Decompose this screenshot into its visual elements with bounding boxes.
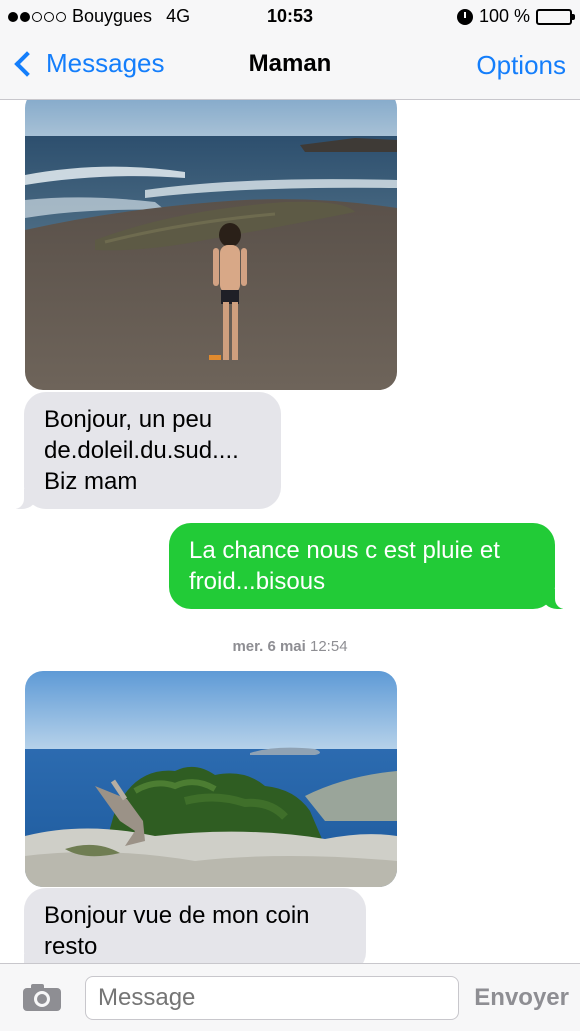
camera-button[interactable] [22,982,62,1012]
message-text: La chance nous c est pluie et [189,537,500,564]
message-bubble-received[interactable]: Bonjour, un peu de.doleil.du.sud.... Biz… [8,392,281,509]
status-bar: Bouygues 4G 10:53 100 % [0,0,580,34]
compose-bar: Envoyer [0,963,580,1031]
message-text: resto [44,933,98,960]
message-bubble-received[interactable]: Bonjour vue de mon coin resto [8,888,366,963]
battery-percent: 100 % [478,6,530,26]
message-text: Biz mam [44,468,138,495]
camera-icon [23,984,61,1011]
message-timestamp: mer. 6 mai 12:54 [0,638,580,655]
message-text: froid...bisous [189,568,326,595]
message-input[interactable] [85,976,459,1020]
conversation-thread[interactable]: Bonjour, un peu de.doleil.du.sud.... Biz… [0,100,580,963]
beach-photo[interactable] [25,100,397,390]
message-bubble-sent[interactable]: La chance nous c est pluie et froid...bi… [169,523,571,609]
alarm-icon [456,8,473,25]
timestamp-time: 12:54 [310,638,348,655]
options-button[interactable]: Options [476,50,566,81]
coastal-view-photo[interactable] [25,671,397,887]
message-text: de.doleil.du.sud.... [44,437,239,464]
message-text: Bonjour vue de mon coin [44,902,310,929]
navigation-bar: Messages Maman Options [0,34,580,100]
timestamp-day: mer. 6 mai [232,638,306,655]
battery-icon [536,8,575,25]
message-text: Bonjour, un peu [44,406,213,433]
send-button[interactable]: Envoyer [474,984,569,1012]
status-right: 100 % [456,6,575,27]
